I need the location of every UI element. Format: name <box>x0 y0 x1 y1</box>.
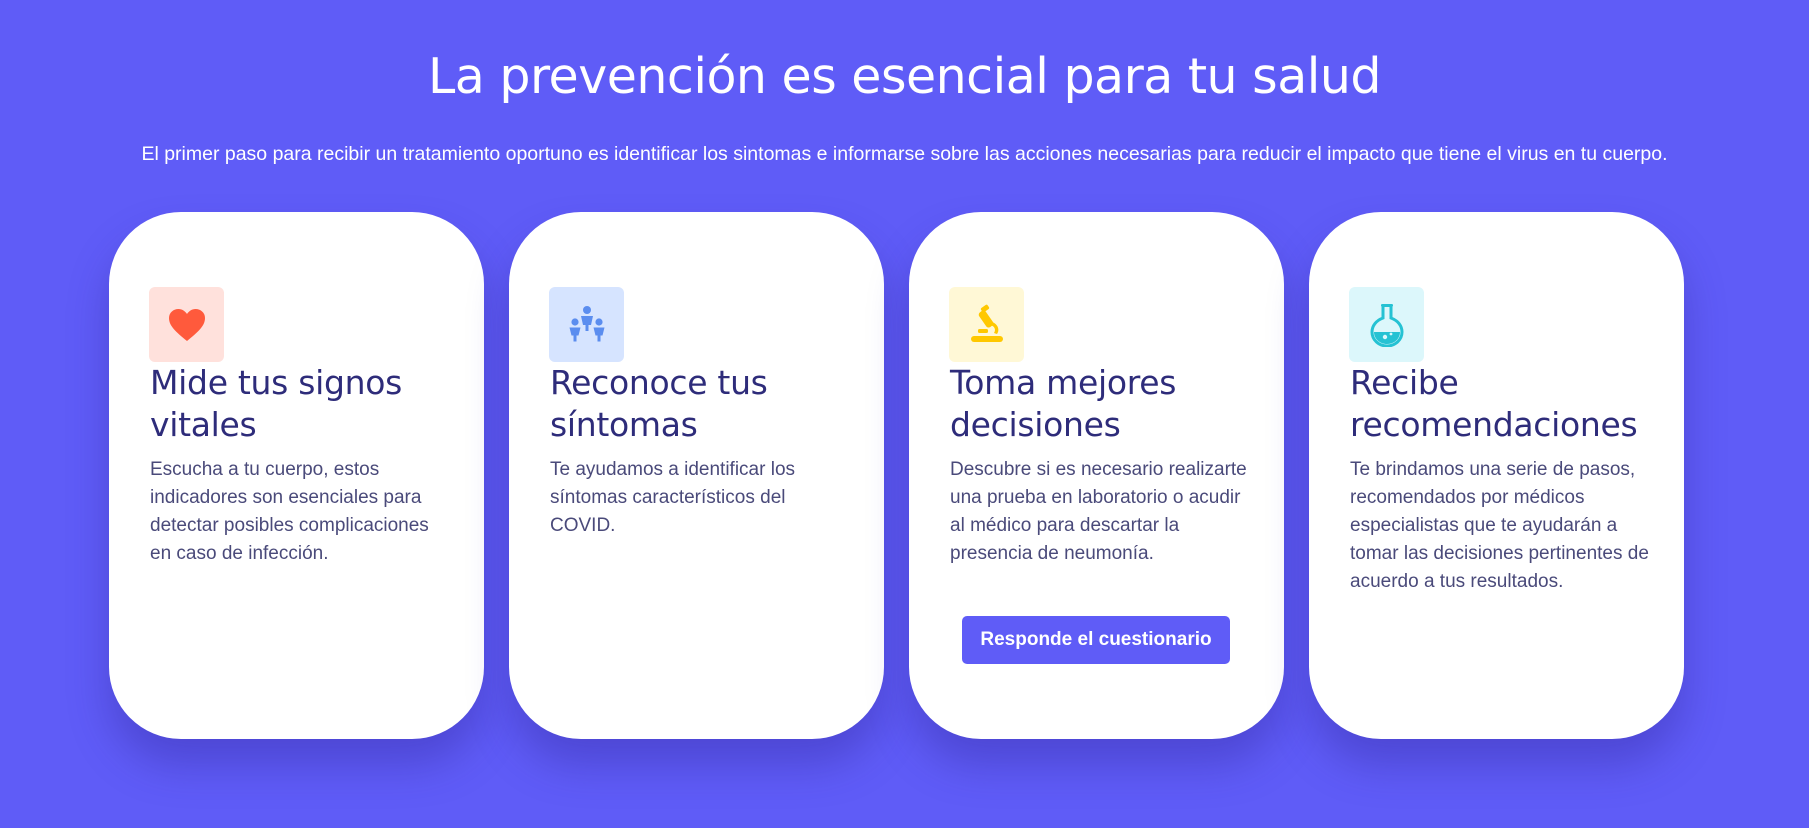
card-title: Mide tus signos vitales <box>150 363 403 444</box>
people-icon <box>549 287 624 362</box>
card-title: Toma mejores decisiones <box>950 363 1177 444</box>
card-title: Reconoce tus síntomas <box>550 363 768 444</box>
card-symptoms: Reconoce tus síntomas Te ayudamos a iden… <box>509 212 884 739</box>
card-decisions: Toma mejores decisiones Descubre si es n… <box>909 212 1284 739</box>
questionnaire-button[interactable]: Responde el cuestionario <box>962 616 1230 664</box>
section-title: La prevención es esencial para tu salud <box>427 48 1382 105</box>
heart-icon <box>149 287 224 362</box>
card-title: Recibe recomendaciones <box>1350 363 1638 444</box>
card-text: Escucha a tu cuerpo, estos indicadores s… <box>150 459 429 564</box>
section-subtitle: El primer paso para recibir un tratamien… <box>141 143 1668 165</box>
microscope-icon <box>949 287 1024 362</box>
card-text: Descubre si es necesario realizarte una … <box>950 459 1247 564</box>
flask-icon <box>1349 287 1424 362</box>
prevention-section: La prevención es esencial para tu salud … <box>0 0 1809 828</box>
card-recommendations: Recibe recomendaciones Te brindamos una … <box>1309 212 1684 739</box>
card-text: Te ayudamos a identificar los síntomas c… <box>550 459 796 536</box>
card-text: Te brindamos una serie de pasos, recomen… <box>1350 459 1649 592</box>
card-vital-signs: Mide tus signos vitales Escucha a tu cue… <box>109 212 484 739</box>
